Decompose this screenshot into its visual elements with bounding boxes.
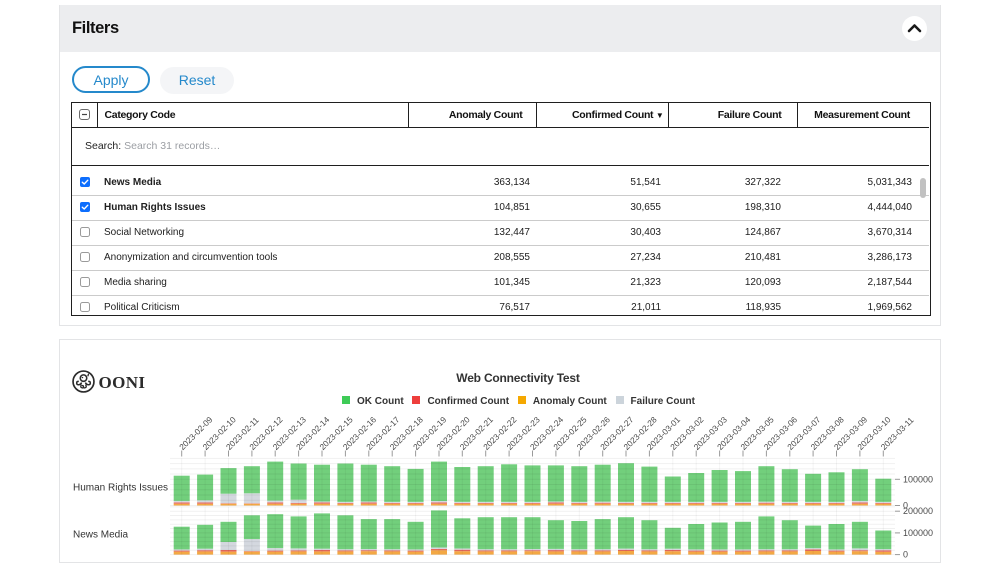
svg-text:News Media: News Media [73,530,128,541]
svg-text:0: 0 [903,550,908,560]
svg-text:100000: 100000 [903,474,933,484]
svg-text:100000: 100000 [903,528,933,538]
svg-text:200000: 200000 [903,506,933,516]
svg-text:Human Rights Issues: Human Rights Issues [73,483,168,494]
